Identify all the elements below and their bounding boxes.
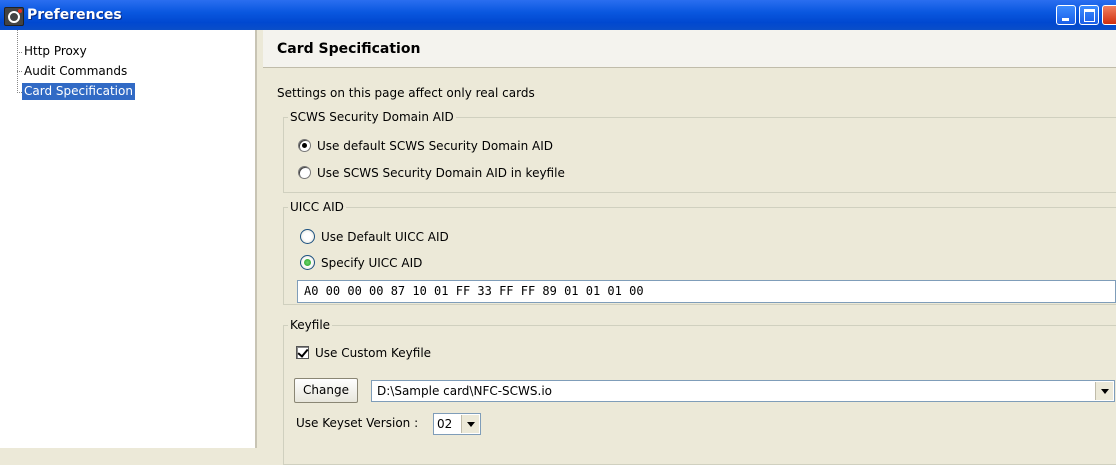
keyset-version-value: 02 [437,417,453,431]
title-bar[interactable]: Preferences [0,0,1116,30]
radio-specify-uicc[interactable]: Specify UICC AID [300,254,422,272]
preferences-tree[interactable]: Http Proxy Audit Commands Card Specifica… [0,30,257,448]
keyfile-path-combo[interactable]: D:\Sample card\NFC-SCWS.io [371,380,1115,402]
tree-item-audit-commands[interactable]: Audit Commands [22,63,129,80]
keyset-version-select[interactable]: 02 [433,413,481,435]
settings-note: Settings on this page affect only real c… [277,86,535,100]
radio-indicator[interactable] [298,166,311,179]
change-keyfile-button[interactable]: Change [294,378,358,403]
scws-group: SCWS Security Domain AID Use default SCW… [283,110,1116,193]
checkbox-indicator[interactable] [296,346,309,359]
checkbox-label: Use Custom Keyfile [315,346,432,360]
radio-label: Use default SCWS Security Domain AID [317,139,554,153]
scws-legend: SCWS Security Domain AID [288,110,456,124]
minimize-button[interactable] [1056,5,1076,25]
radio-default-scws[interactable]: Use default SCWS Security Domain AID [298,137,553,155]
panel-header: Card Specification [263,30,1116,68]
uicc-legend: UICC AID [288,200,346,214]
keyfile-path-value: D:\Sample card\NFC-SCWS.io [377,384,553,398]
page-title: Card Specification [277,41,421,57]
radio-indicator[interactable] [298,139,311,152]
settings-panel: Card Specification Settings on this page… [263,30,1116,465]
uicc-group: UICC AID Use Default UICC AID Specify UI… [283,200,1116,305]
radio-label: Use SCWS Security Domain AID in keyfile [317,166,565,180]
close-button[interactable] [1102,5,1116,25]
radio-label: Specify UICC AID [321,256,423,270]
tree-item-http-proxy[interactable]: Http Proxy [22,43,89,60]
keyfile-group: Keyfile Use Custom Keyfile Change D:\Sam… [283,318,1116,465]
chevron-down-icon[interactable] [461,415,479,433]
keyset-version-label: Use Keyset Version : [296,416,419,430]
radio-scws-in-keyfile[interactable]: Use SCWS Security Domain AID in keyfile [298,164,565,182]
tree-item-card-specification[interactable]: Card Specification [22,83,135,100]
keyfile-legend: Keyfile [288,318,333,332]
maximize-button[interactable] [1079,5,1099,25]
tree-connector [17,30,18,93]
radio-indicator[interactable] [300,229,315,244]
uicc-aid-input[interactable]: A0 00 00 00 87 10 01 FF 33 FF FF 89 01 0… [297,280,1116,303]
radio-indicator[interactable] [300,255,315,270]
radio-default-uicc[interactable]: Use Default UICC AID [300,228,449,246]
window-title: Preferences [27,7,122,23]
chevron-down-icon[interactable] [1095,382,1113,400]
radio-label: Use Default UICC AID [321,230,449,244]
use-custom-keyfile-checkbox[interactable]: Use Custom Keyfile [296,344,431,362]
app-logo-icon [4,7,24,26]
